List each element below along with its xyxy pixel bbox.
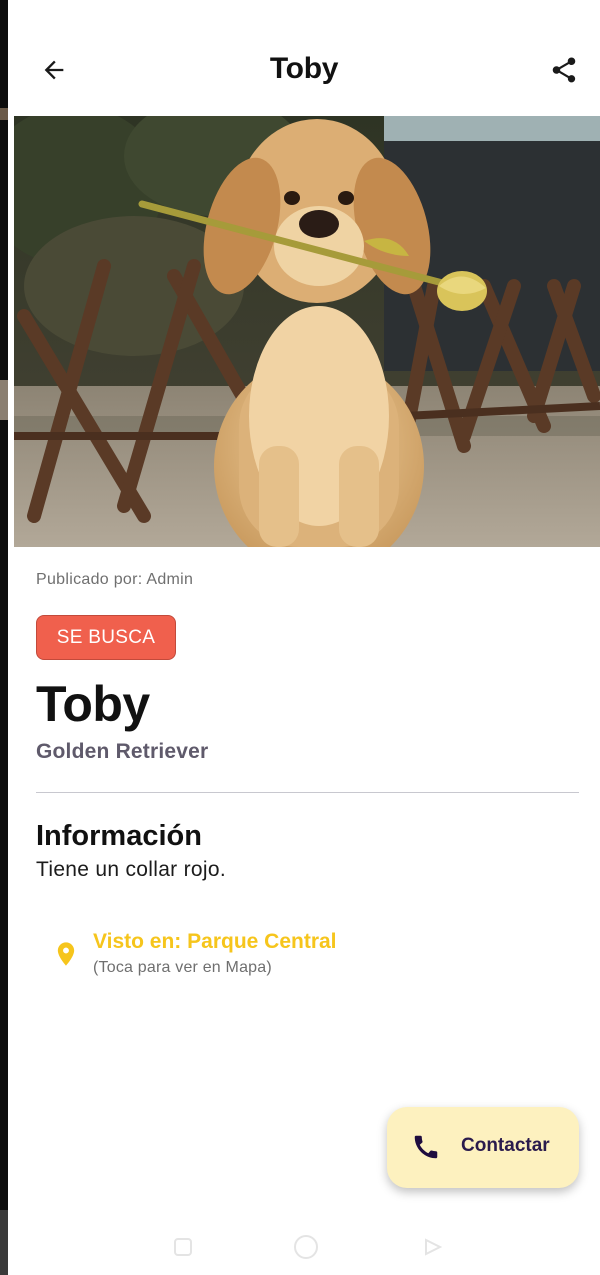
back-nav-button[interactable] — [418, 1232, 448, 1262]
published-by-text: Publicado por: Admin — [36, 571, 194, 588]
share-icon — [552, 57, 576, 83]
location-link[interactable]: Visto en: Parque Central (Toca para ver … — [46, 927, 446, 987]
recents-icon — [174, 1238, 192, 1256]
contact-button-label: Contactar — [461, 1135, 550, 1156]
recents-nav-button[interactable] — [168, 1232, 198, 1262]
app-bar: Toby — [8, 0, 600, 116]
home-icon — [294, 1235, 318, 1259]
status-badge: SE BUSCA — [36, 615, 176, 660]
pet-breed: Golden Retriever — [36, 740, 209, 763]
page-title: Toby — [269, 52, 339, 85]
info-section-title: Información — [36, 820, 202, 852]
info-section-text: Tiene un collar rojo. — [36, 858, 226, 881]
back-triangle-icon — [425, 1238, 443, 1256]
location-place: Visto en: Parque Central — [93, 930, 337, 953]
pet-photo — [14, 116, 600, 547]
pet-detail-screen: Toby Publicado por: Admin SE BUSCA Toby … — [8, 0, 600, 1275]
map-pin-icon — [57, 942, 75, 966]
location-hint: (Toca para ver en Mapa) — [93, 959, 272, 976]
phone-icon — [414, 1135, 438, 1159]
home-nav-button[interactable] — [291, 1232, 321, 1262]
dog-illustration — [14, 116, 600, 547]
pet-name: Toby — [36, 676, 150, 732]
window-edge — [0, 0, 8, 1275]
system-nav-bar — [8, 1220, 600, 1275]
contact-button[interactable]: Contactar — [387, 1107, 579, 1188]
divider — [36, 792, 579, 793]
share-button[interactable] — [544, 50, 584, 90]
